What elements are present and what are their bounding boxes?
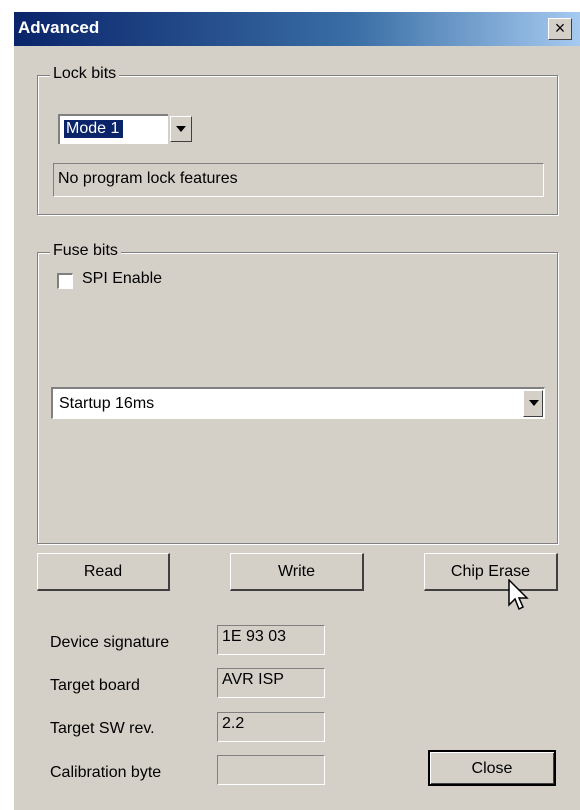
lock-mode-dropdown-button[interactable] [170, 116, 192, 142]
target-board-value: AVR ISP [222, 671, 284, 688]
device-signature-label: Device signature [50, 634, 170, 651]
target-board-field: AVR ISP [217, 668, 325, 698]
calibration-byte-field [217, 755, 325, 785]
write-button-label: Write [277, 563, 316, 580]
calibration-byte-label: Calibration byte [50, 764, 162, 781]
lock-bits-legend: Lock bits [50, 65, 120, 83]
target-sw-rev-value: 2.2 [222, 715, 245, 732]
read-button[interactable]: Read [37, 553, 170, 591]
spi-enable-checkbox[interactable] [57, 273, 73, 289]
close-window-button[interactable]: × [548, 18, 572, 40]
chevron-down-icon [529, 400, 539, 406]
write-button[interactable]: Write [230, 553, 364, 591]
chevron-down-icon [176, 126, 186, 132]
chip-erase-button[interactable]: Chip Erase [424, 553, 558, 591]
device-signature-value: 1E 93 03 [222, 628, 287, 645]
lock-description-text: No program lock features [58, 170, 238, 187]
startup-dropdown-button[interactable] [523, 390, 543, 417]
title-bar[interactable]: Advanced × [14, 12, 580, 46]
startup-value: Startup 16ms [59, 395, 155, 412]
lock-mode-value: Mode 1 [62, 119, 125, 139]
mouse-pointer-icon [508, 579, 529, 611]
close-button-label: Close [471, 760, 513, 777]
target-sw-rev-field: 2.2 [217, 712, 325, 742]
advanced-dialog: Advanced × Lock bits Mode 1 No program l… [14, 12, 580, 810]
read-button-label: Read [83, 563, 123, 580]
spi-enable-label[interactable]: SPI Enable [82, 270, 162, 288]
lock-mode-value-box: Mode 1 [58, 114, 168, 144]
lock-mode-select[interactable]: Mode 1 [58, 114, 192, 144]
lock-description-field: No program lock features [53, 163, 544, 197]
fuse-bits-legend: Fuse bits [50, 242, 121, 260]
window-title: Advanced [18, 18, 100, 37]
target-sw-rev-label: Target SW rev. [50, 720, 155, 737]
chip-erase-button-label: Chip Erase [450, 563, 531, 580]
target-board-label: Target board [50, 677, 140, 694]
startup-select[interactable]: Startup 16ms [51, 387, 545, 419]
device-signature-field: 1E 93 03 [217, 625, 325, 655]
close-icon: × [554, 18, 566, 38]
close-button[interactable]: Close [428, 750, 556, 786]
